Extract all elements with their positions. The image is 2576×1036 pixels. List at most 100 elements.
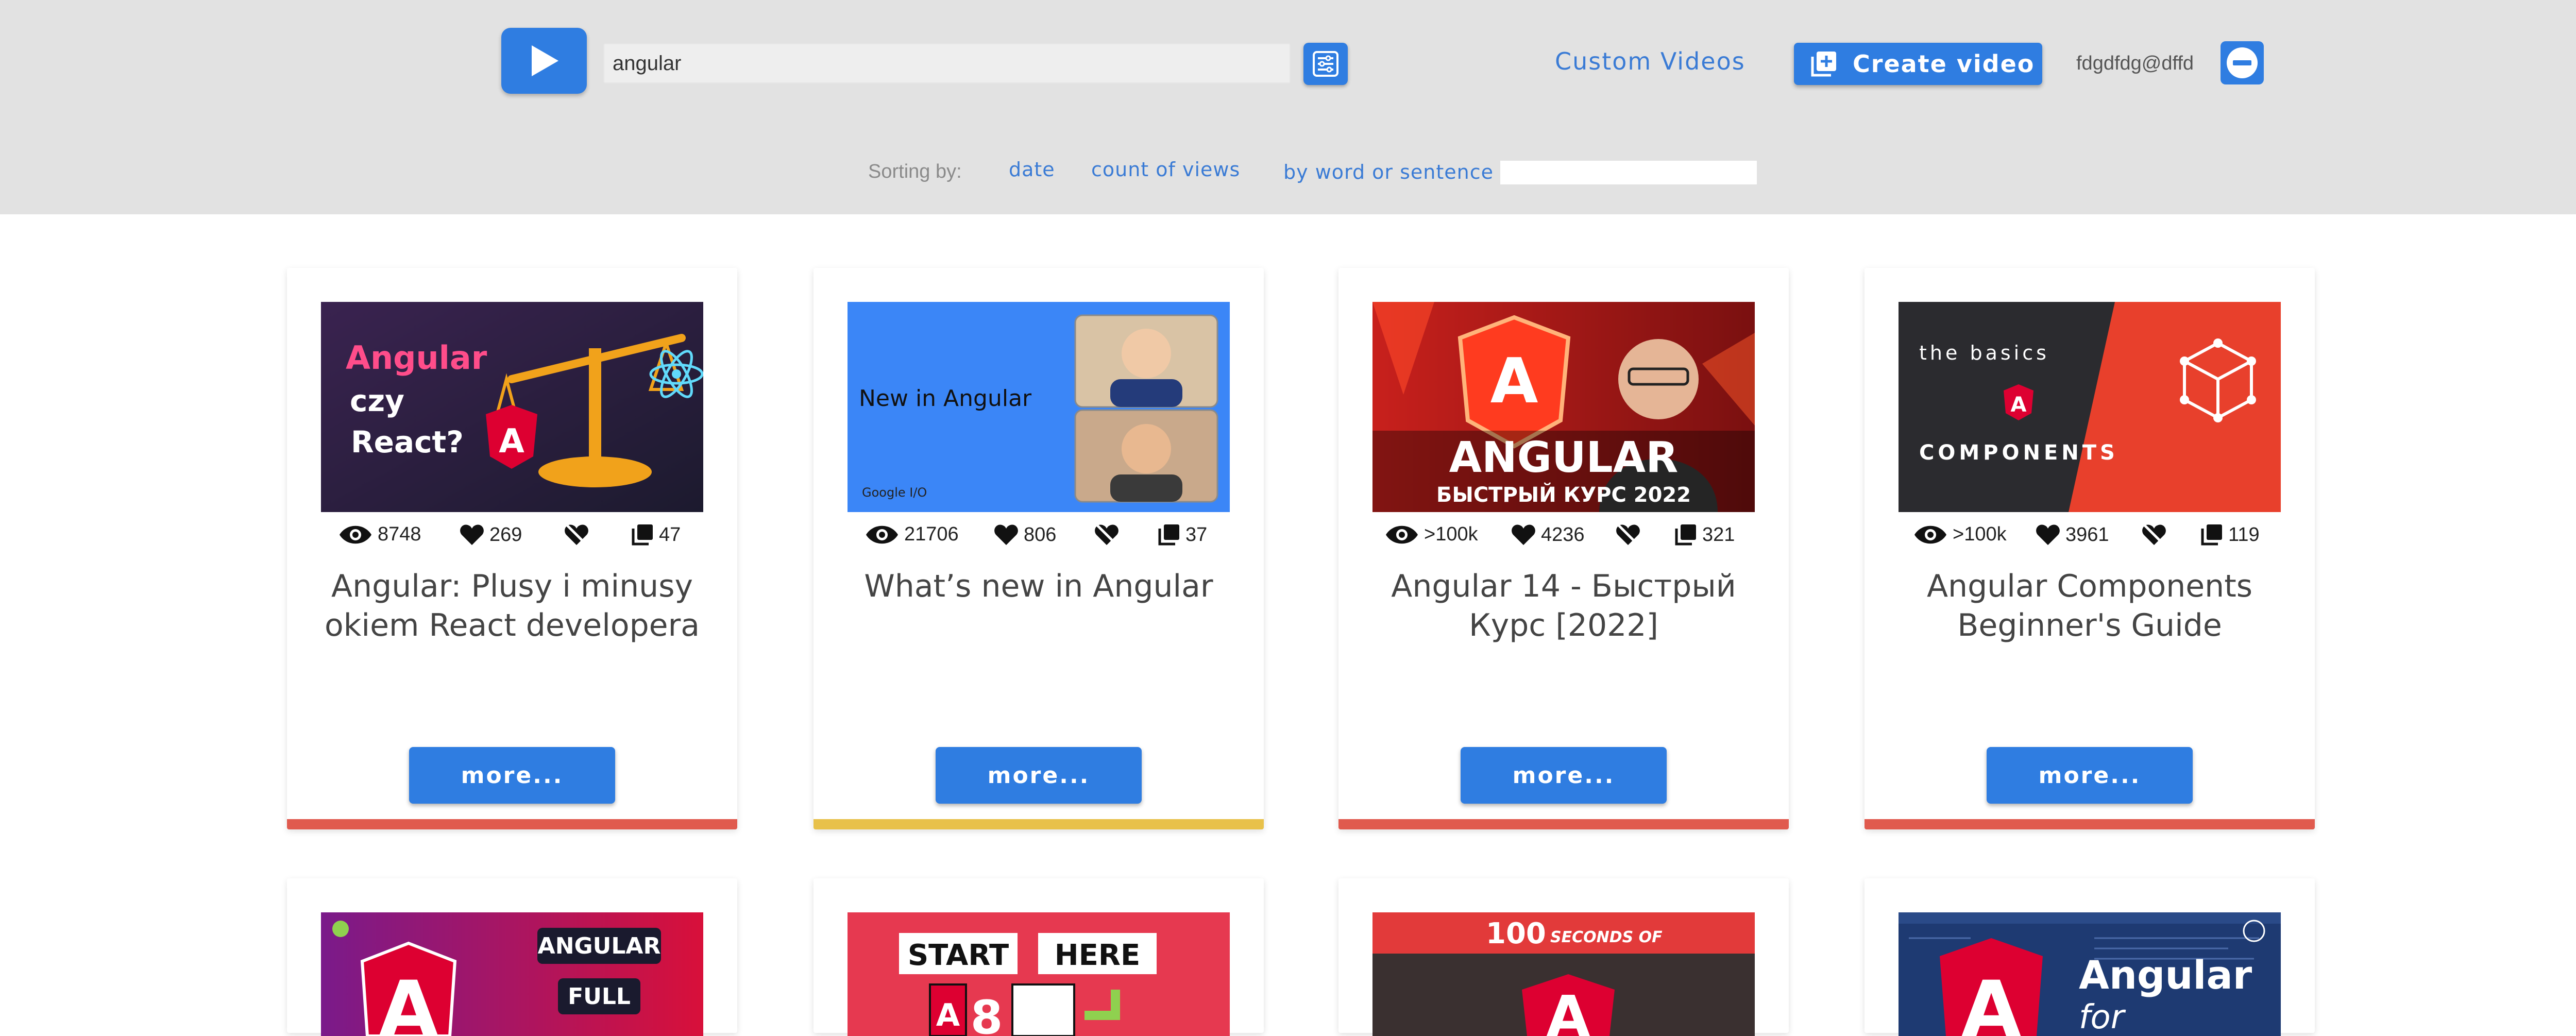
views-stat: >100k (1913, 523, 2007, 546)
views-stat: >100k (1385, 523, 1478, 546)
thumb-text: ANGULAR (1449, 433, 1679, 482)
likes-stat[interactable]: 3961 (2036, 523, 2109, 546)
copy-icon (1158, 524, 1179, 546)
likes-count: 806 (1024, 523, 1057, 546)
more-button[interactable]: more... (1461, 747, 1667, 804)
copies-stat: 37 (1158, 523, 1207, 546)
sort-by-word[interactable]: by word or sentence (1283, 161, 1494, 183)
views-stat: 21706 (865, 523, 959, 546)
more-button[interactable]: more... (1987, 747, 2193, 804)
broken-heart-icon (1616, 524, 1640, 545)
copies-stat: 321 (1674, 523, 1735, 546)
views-stat: 8748 (338, 523, 421, 546)
video-thumbnail[interactable]: A ANGULAR БЫСТРЫЙ КУРС 2022 (1372, 302, 1755, 512)
copies-stat: 119 (2200, 523, 2260, 546)
thumb-text: SECONDS OF (1550, 928, 1663, 946)
thumb-text: React? (351, 424, 464, 460)
views-count: >100k (1424, 523, 1478, 545)
card-status-bar (287, 819, 737, 829)
create-video-button[interactable]: Create video (1794, 43, 2042, 85)
sliders-icon (1313, 51, 1338, 77)
svg-text:A: A (379, 965, 438, 1036)
video-stats: >100k 3961 119 (1865, 523, 2315, 554)
video-card: A ANGULAR FULL (287, 878, 737, 1036)
thumb-text: START (908, 939, 1009, 972)
svg-text:A: A (499, 422, 524, 461)
thumb-text: ANGULAR (538, 933, 661, 959)
dislike-stat[interactable] (2142, 523, 2166, 546)
video-thumbnail[interactable]: A ANGULAR FULL (321, 912, 703, 1036)
thumb-text: czy (350, 383, 404, 418)
custom-videos-link[interactable]: Custom Videos (1555, 47, 1745, 75)
dislike-stat[interactable] (564, 523, 589, 546)
eye-icon (1914, 525, 1946, 544)
play-icon (532, 45, 558, 76)
sort-word-input[interactable] (1500, 161, 1757, 184)
svg-text:A: A (1961, 965, 2021, 1036)
video-card: the basics A COMPONENTS >100k 3961 119 A… (1865, 268, 2315, 829)
top-header: angular Custom Videos Create video fdgdf… (0, 0, 2576, 214)
likes-count: 269 (489, 523, 522, 546)
thumb-text: New in Angular (859, 385, 1032, 412)
dislike-stat[interactable] (1094, 523, 1119, 546)
heart-icon (460, 524, 484, 545)
thumb-text: Google I/O (862, 485, 927, 500)
video-card: A ANGULAR БЫСТРЫЙ КУРС 2022 >100k 4236 3… (1338, 268, 1789, 829)
video-card: START HERE A 8 (814, 878, 1264, 1036)
video-title: Angular 14 - Быстрый Курс [2022] (1391, 568, 1736, 643)
add-video-icon (1811, 52, 1836, 77)
copies-count: 37 (1185, 523, 1208, 546)
copy-icon (632, 524, 653, 546)
video-thumbnail[interactable]: Angular czy React? A (321, 302, 703, 512)
video-thumbnail[interactable]: New in Angular Google I/O (848, 302, 1230, 512)
thumb-text: the basics (1919, 342, 2049, 364)
likes-stat[interactable]: 269 (460, 523, 522, 546)
copy-icon (1675, 524, 1696, 546)
video-thumbnail[interactable]: A Angular for (1899, 912, 2281, 1036)
video-card: A Angular for (1865, 878, 2315, 1036)
thumb-text: Angular (2079, 952, 2252, 998)
svg-text:A: A (936, 997, 960, 1033)
svg-text:A: A (2011, 393, 2027, 417)
dislike-stat[interactable] (1616, 523, 1640, 546)
thumb-text: HERE (1055, 939, 1141, 972)
filter-settings-button[interactable] (1303, 43, 1348, 85)
thumb-text: Angular (346, 339, 487, 377)
video-thumbnail[interactable]: the basics A COMPONENTS (1899, 302, 2281, 512)
copies-count: 321 (1702, 523, 1735, 546)
more-button[interactable]: more... (936, 747, 1142, 804)
svg-text:A: A (1546, 983, 1590, 1036)
thumb-text: FULL (568, 983, 631, 1010)
heart-icon (2036, 524, 2060, 545)
logout-button[interactable] (2221, 41, 2264, 84)
video-stats: 21706 806 37 (814, 523, 1264, 554)
card-status-bar (814, 819, 1264, 829)
likes-count: 3961 (2065, 523, 2109, 546)
video-card: 100 SECONDS OF A (1338, 878, 1789, 1036)
thumb-text: COMPONENTS (1919, 441, 2119, 465)
broken-heart-icon (565, 524, 588, 545)
likes-stat[interactable]: 806 (994, 523, 1056, 546)
video-thumbnail[interactable]: 100 SECONDS OF A (1372, 912, 1755, 1036)
views-count: 8748 (378, 523, 421, 545)
minus-circle-icon (2227, 47, 2258, 78)
video-stats: >100k 4236 321 (1338, 523, 1789, 554)
video-stats: 8748 269 47 (287, 523, 737, 554)
video-card: Angular czy React? A 8748 269 47 Angular… (287, 268, 737, 829)
sort-by-views[interactable]: count of views (1091, 158, 1240, 181)
video-title: Angular Components Beginner's Guide (1927, 568, 2252, 643)
copies-stat: 47 (631, 523, 681, 546)
more-button[interactable]: more... (409, 747, 615, 804)
create-video-label: Create video (1853, 50, 2035, 78)
likes-stat[interactable]: 4236 (1511, 523, 1585, 546)
video-thumbnail[interactable]: START HERE A 8 (848, 912, 1230, 1036)
eye-icon (340, 525, 371, 544)
sorting-label: Sorting by: (868, 161, 962, 182)
eye-icon (1386, 525, 1418, 544)
eye-icon (866, 525, 898, 544)
sort-by-date[interactable]: date (1009, 158, 1055, 181)
play-logo-button[interactable] (501, 28, 587, 94)
search-input[interactable]: angular (603, 43, 1291, 83)
card-status-bar (1865, 819, 2315, 829)
copy-icon (2201, 524, 2222, 546)
